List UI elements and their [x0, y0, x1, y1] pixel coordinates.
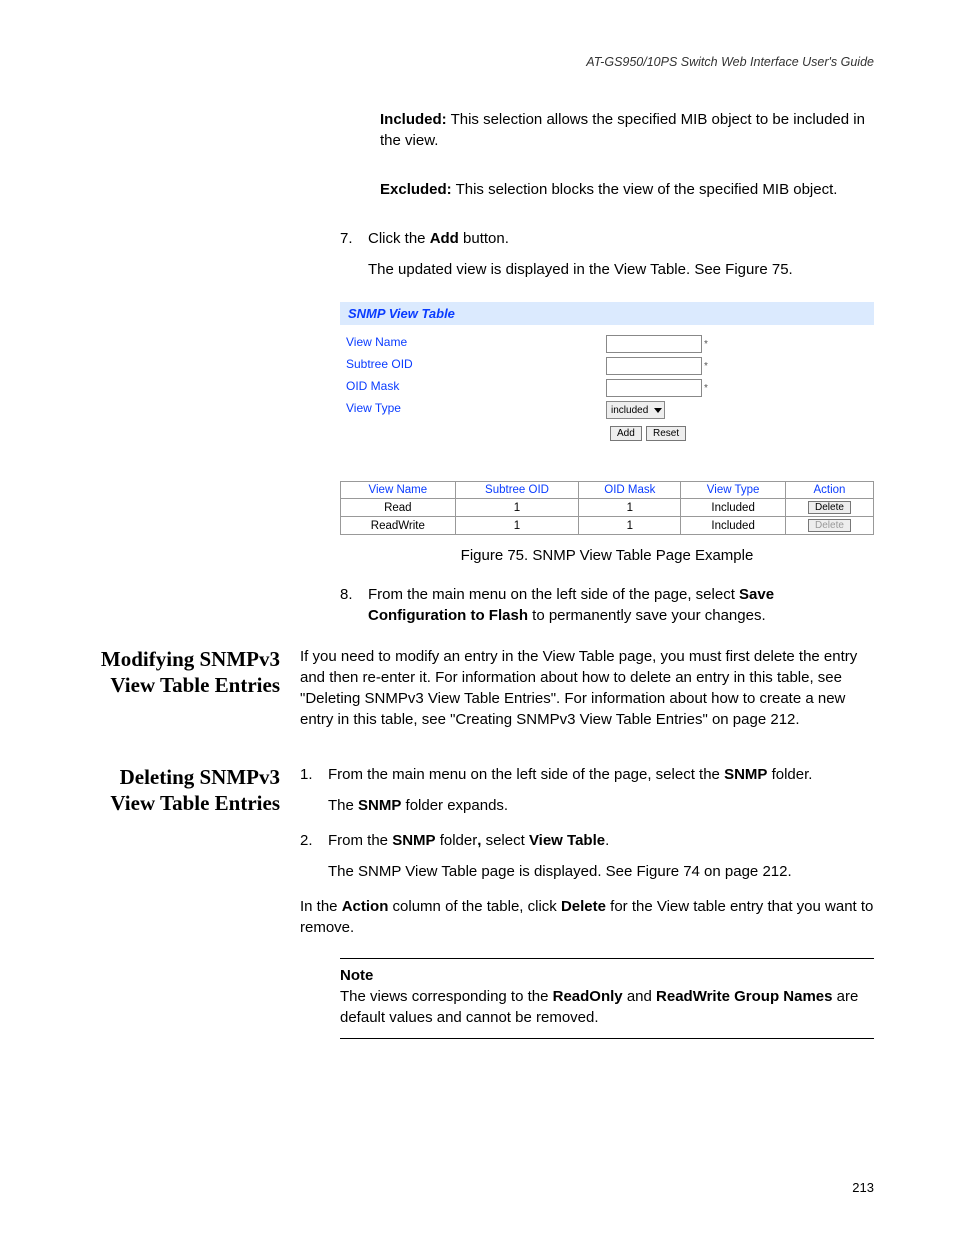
del-step-1-post: folder.: [767, 766, 812, 783]
heading-modifying: Modifying SNMPv3 View Table Entries: [80, 646, 300, 744]
step-8-number: 8.: [340, 584, 368, 626]
step-8-post: to permanently save your changes.: [528, 607, 766, 624]
required-asterisk: *: [704, 383, 708, 394]
table-cell: 1: [455, 517, 579, 535]
table-header: OID Mask: [579, 482, 681, 499]
excluded-label: Excluded:: [380, 181, 452, 198]
step-8: 8. From the main menu on the left side o…: [340, 584, 874, 626]
step-8-pre: From the main menu on the left side of t…: [368, 586, 739, 603]
action-column-paragraph: In the Action column of the table, click…: [300, 896, 874, 938]
table-cell: Read: [341, 499, 456, 517]
input-view-name[interactable]: [606, 335, 702, 353]
figure-title-bar: SNMP View Table: [340, 302, 874, 325]
reset-button[interactable]: Reset: [646, 426, 686, 441]
note-box: Note The views corresponding to the Read…: [340, 958, 874, 1039]
required-asterisk: *: [704, 339, 708, 350]
select-view-type[interactable]: included: [606, 401, 665, 419]
delete-button: Delete: [808, 519, 851, 532]
del-step-2: 2. From the SNMP folder, select View Tab…: [300, 830, 874, 851]
included-text: This selection allows the specified MIB …: [380, 111, 865, 149]
note-label: Note: [340, 967, 373, 984]
del-step-1-follow: The SNMP folder expands.: [328, 795, 874, 816]
table-cell: 1: [455, 499, 579, 517]
page-number: 213: [852, 1180, 874, 1195]
chevron-down-icon: [654, 408, 662, 413]
del-step-1: 1. From the main menu on the left side o…: [300, 764, 874, 785]
delete-button[interactable]: Delete: [808, 501, 851, 514]
del-step-1-number: 1.: [300, 764, 328, 785]
step-7-follow: The updated view is displayed in the Vie…: [368, 259, 874, 280]
running-head: AT-GS950/10PS Switch Web Interface User'…: [80, 55, 874, 69]
select-view-type-value: included: [611, 405, 648, 416]
modifying-body: If you need to modify an entry in the Vi…: [300, 646, 874, 730]
table-cell: ReadWrite: [341, 517, 456, 535]
table-header: Action: [785, 482, 873, 499]
table-cell-action: Delete: [785, 499, 873, 517]
table-row: Read11IncludedDelete: [341, 499, 874, 517]
figure-snmp-view-table: SNMP View Table View Name * Subtree OID …: [340, 302, 874, 535]
step-7-pre: Click the: [368, 230, 430, 247]
label-view-type: View Type: [346, 401, 606, 419]
del-step-1-pre: From the main menu on the left side of t…: [328, 766, 724, 783]
del-step-2-number: 2.: [300, 830, 328, 851]
table-cell: Included: [681, 499, 786, 517]
heading-deleting: Deleting SNMPv3 View Table Entries: [80, 764, 300, 1039]
step-7: 7. Click the Add button.: [340, 228, 874, 249]
del-step-2-follow: The SNMP View Table page is displayed. S…: [328, 861, 874, 882]
included-label: Included:: [380, 111, 447, 128]
figure-caption: Figure 75. SNMP View Table Page Example: [340, 547, 874, 564]
excluded-paragraph: Excluded: This selection blocks the view…: [380, 179, 874, 200]
label-subtree-oid: Subtree OID: [346, 357, 606, 375]
table-header: View Name: [341, 482, 456, 499]
table-header: View Type: [681, 482, 786, 499]
step-7-bold: Add: [430, 230, 459, 247]
table-row: ReadWrite11IncludedDelete: [341, 517, 874, 535]
table-cell: 1: [579, 517, 681, 535]
required-asterisk: *: [704, 361, 708, 372]
table-header: Subtree OID: [455, 482, 579, 499]
included-paragraph: Included: This selection allows the spec…: [380, 109, 874, 151]
label-oid-mask: OID Mask: [346, 379, 606, 397]
table-cell-action: Delete: [785, 517, 873, 535]
view-table: View NameSubtree OIDOID MaskView TypeAct…: [340, 481, 874, 535]
label-view-name: View Name: [346, 335, 606, 353]
step-7-post: button.: [459, 230, 509, 247]
table-cell: Included: [681, 517, 786, 535]
input-oid-mask[interactable]: [606, 379, 702, 397]
step-7-number: 7.: [340, 228, 368, 249]
excluded-text: This selection blocks the view of the sp…: [452, 181, 838, 198]
table-cell: 1: [579, 499, 681, 517]
input-subtree-oid[interactable]: [606, 357, 702, 375]
del-step-1-bold: SNMP: [724, 766, 767, 783]
add-button[interactable]: Add: [610, 426, 642, 441]
